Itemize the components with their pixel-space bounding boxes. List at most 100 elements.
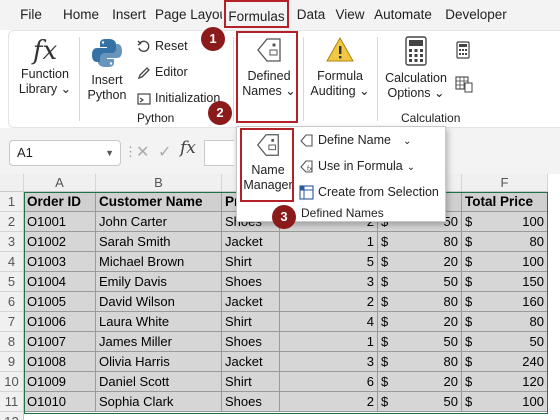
quantity-cell[interactable]: 2: [280, 392, 378, 412]
total-price-cell[interactable]: $80: [462, 312, 548, 332]
reset-button[interactable]: Reset: [137, 37, 188, 55]
column-header[interactable]: F: [462, 174, 548, 192]
product-cell[interactable]: Shirt: [222, 252, 280, 272]
row-header[interactable]: 8: [0, 332, 24, 352]
product-cell[interactable]: Jacket: [222, 352, 280, 372]
use-in-formula-button[interactable]: fx Use in Formula ⌄: [299, 157, 415, 175]
tab-home[interactable]: Home: [58, 0, 104, 29]
product-cell[interactable]: Shoes: [222, 272, 280, 292]
customer-name-cell[interactable]: James Miller: [96, 332, 222, 352]
row-header[interactable]: 3: [0, 232, 24, 252]
customer-name-cell[interactable]: Laura White: [96, 312, 222, 332]
calculate-sheet-button[interactable]: [455, 75, 473, 98]
create-from-selection-button[interactable]: Create from Selection: [299, 183, 439, 201]
unit-price-cell[interactable]: $80: [378, 292, 462, 312]
unit-price-cell[interactable]: $20: [378, 252, 462, 272]
insert-function-icon[interactable]: fx: [180, 138, 196, 158]
function-library-button[interactable]: fx Function Library ⌄: [15, 35, 75, 97]
name-box[interactable]: A1 ▼: [9, 140, 121, 166]
formula-auditing-button[interactable]: Formula Auditing ⌄: [307, 35, 373, 99]
row-header[interactable]: 12: [0, 412, 24, 420]
total-price-cell[interactable]: $100: [462, 212, 548, 232]
customer-name-cell[interactable]: David Wilson: [96, 292, 222, 312]
customer-name-cell[interactable]: Sarah Smith: [96, 232, 222, 252]
row-header[interactable]: 9: [0, 352, 24, 372]
tab-developer[interactable]: Developer: [440, 0, 512, 29]
total-price-cell[interactable]: $120: [462, 372, 548, 392]
select-all-corner[interactable]: [0, 174, 24, 192]
total-price-cell[interactable]: $240: [462, 352, 548, 372]
unit-price-cell[interactable]: $80: [378, 352, 462, 372]
order-id-cell[interactable]: O1006: [24, 312, 96, 332]
initialization-button[interactable]: Initialization: [137, 89, 220, 107]
product-cell[interactable]: Shoes: [222, 392, 280, 412]
tab-view[interactable]: View: [332, 0, 368, 29]
customer-name-cell[interactable]: Sophia Clark: [96, 392, 222, 412]
define-name-button[interactable]: Define Name ⌄: [299, 131, 411, 149]
tab-formulas[interactable]: Formulas: [224, 0, 289, 28]
total-price-cell[interactable]: $100: [462, 392, 548, 412]
tab-insert[interactable]: Insert: [108, 0, 150, 29]
column-header[interactable]: B: [96, 174, 222, 192]
header-cell[interactable]: Customer Name: [96, 192, 222, 212]
quantity-cell[interactable]: 2: [280, 292, 378, 312]
customer-name-cell[interactable]: Olivia Harris: [96, 352, 222, 372]
column-header[interactable]: A: [24, 174, 96, 192]
order-id-cell[interactable]: O1001: [24, 212, 96, 232]
header-cell[interactable]: Order ID: [24, 192, 96, 212]
product-cell[interactable]: Shirt: [222, 372, 280, 392]
insert-python-button[interactable]: Insert Python: [83, 37, 131, 103]
customer-name-cell[interactable]: Michael Brown: [96, 252, 222, 272]
row-header[interactable]: 6: [0, 292, 24, 312]
row-header[interactable]: 4: [0, 252, 24, 272]
total-price-cell[interactable]: $150: [462, 272, 548, 292]
total-price-cell[interactable]: $100: [462, 252, 548, 272]
unit-price-cell[interactable]: $50: [378, 332, 462, 352]
quantity-cell[interactable]: 4: [280, 312, 378, 332]
order-id-cell[interactable]: O1007: [24, 332, 96, 352]
row-header[interactable]: 7: [0, 312, 24, 332]
quantity-cell[interactable]: 1: [280, 232, 378, 252]
unit-price-cell[interactable]: $50: [378, 272, 462, 292]
calculate-now-button[interactable]: [455, 41, 471, 64]
total-price-cell[interactable]: $80: [462, 232, 548, 252]
row-header[interactable]: 10: [0, 372, 24, 392]
total-price-cell[interactable]: $160: [462, 292, 548, 312]
quantity-cell[interactable]: 6: [280, 372, 378, 392]
product-cell[interactable]: Jacket: [222, 232, 280, 252]
order-id-cell[interactable]: O1010: [24, 392, 96, 412]
order-id-cell[interactable]: O1002: [24, 232, 96, 252]
order-id-cell[interactable]: O1004: [24, 272, 96, 292]
order-id-cell[interactable]: O1009: [24, 372, 96, 392]
order-id-cell[interactable]: O1008: [24, 352, 96, 372]
customer-name-cell[interactable]: Daniel Scott: [96, 372, 222, 392]
product-cell[interactable]: Shirt: [222, 312, 280, 332]
tab-data[interactable]: Data: [292, 0, 330, 29]
unit-price-cell[interactable]: $20: [378, 312, 462, 332]
header-cell[interactable]: Total Price: [462, 192, 548, 212]
row-header[interactable]: 11: [0, 392, 24, 412]
quantity-cell[interactable]: 3: [280, 352, 378, 372]
quantity-cell[interactable]: 5: [280, 252, 378, 272]
formula-input[interactable]: [204, 140, 234, 166]
product-cell[interactable]: Jacket: [222, 292, 280, 312]
row-header[interactable]: 2: [0, 212, 24, 232]
customer-name-cell[interactable]: John Carter: [96, 212, 222, 232]
customer-name-cell[interactable]: Emily Davis: [96, 272, 222, 292]
order-id-cell[interactable]: O1003: [24, 252, 96, 272]
unit-price-cell[interactable]: $50: [378, 392, 462, 412]
order-id-cell[interactable]: O1005: [24, 292, 96, 312]
total-price-cell[interactable]: $50: [462, 332, 548, 352]
unit-price-cell[interactable]: $80: [378, 232, 462, 252]
product-cell[interactable]: Shoes: [222, 332, 280, 352]
tab-page-layout[interactable]: Page Layout: [152, 0, 222, 29]
row-header[interactable]: 5: [0, 272, 24, 292]
quantity-cell[interactable]: 3: [280, 272, 378, 292]
editor-button[interactable]: Editor: [137, 63, 188, 81]
row-header[interactable]: 1: [0, 192, 24, 212]
tab-file[interactable]: File: [14, 0, 48, 29]
tab-automate[interactable]: Automate: [370, 0, 436, 29]
unit-price-cell[interactable]: $20: [378, 372, 462, 392]
quantity-cell[interactable]: 1: [280, 332, 378, 352]
calculation-options-button[interactable]: Calculation Options ⌄: [383, 35, 449, 101]
